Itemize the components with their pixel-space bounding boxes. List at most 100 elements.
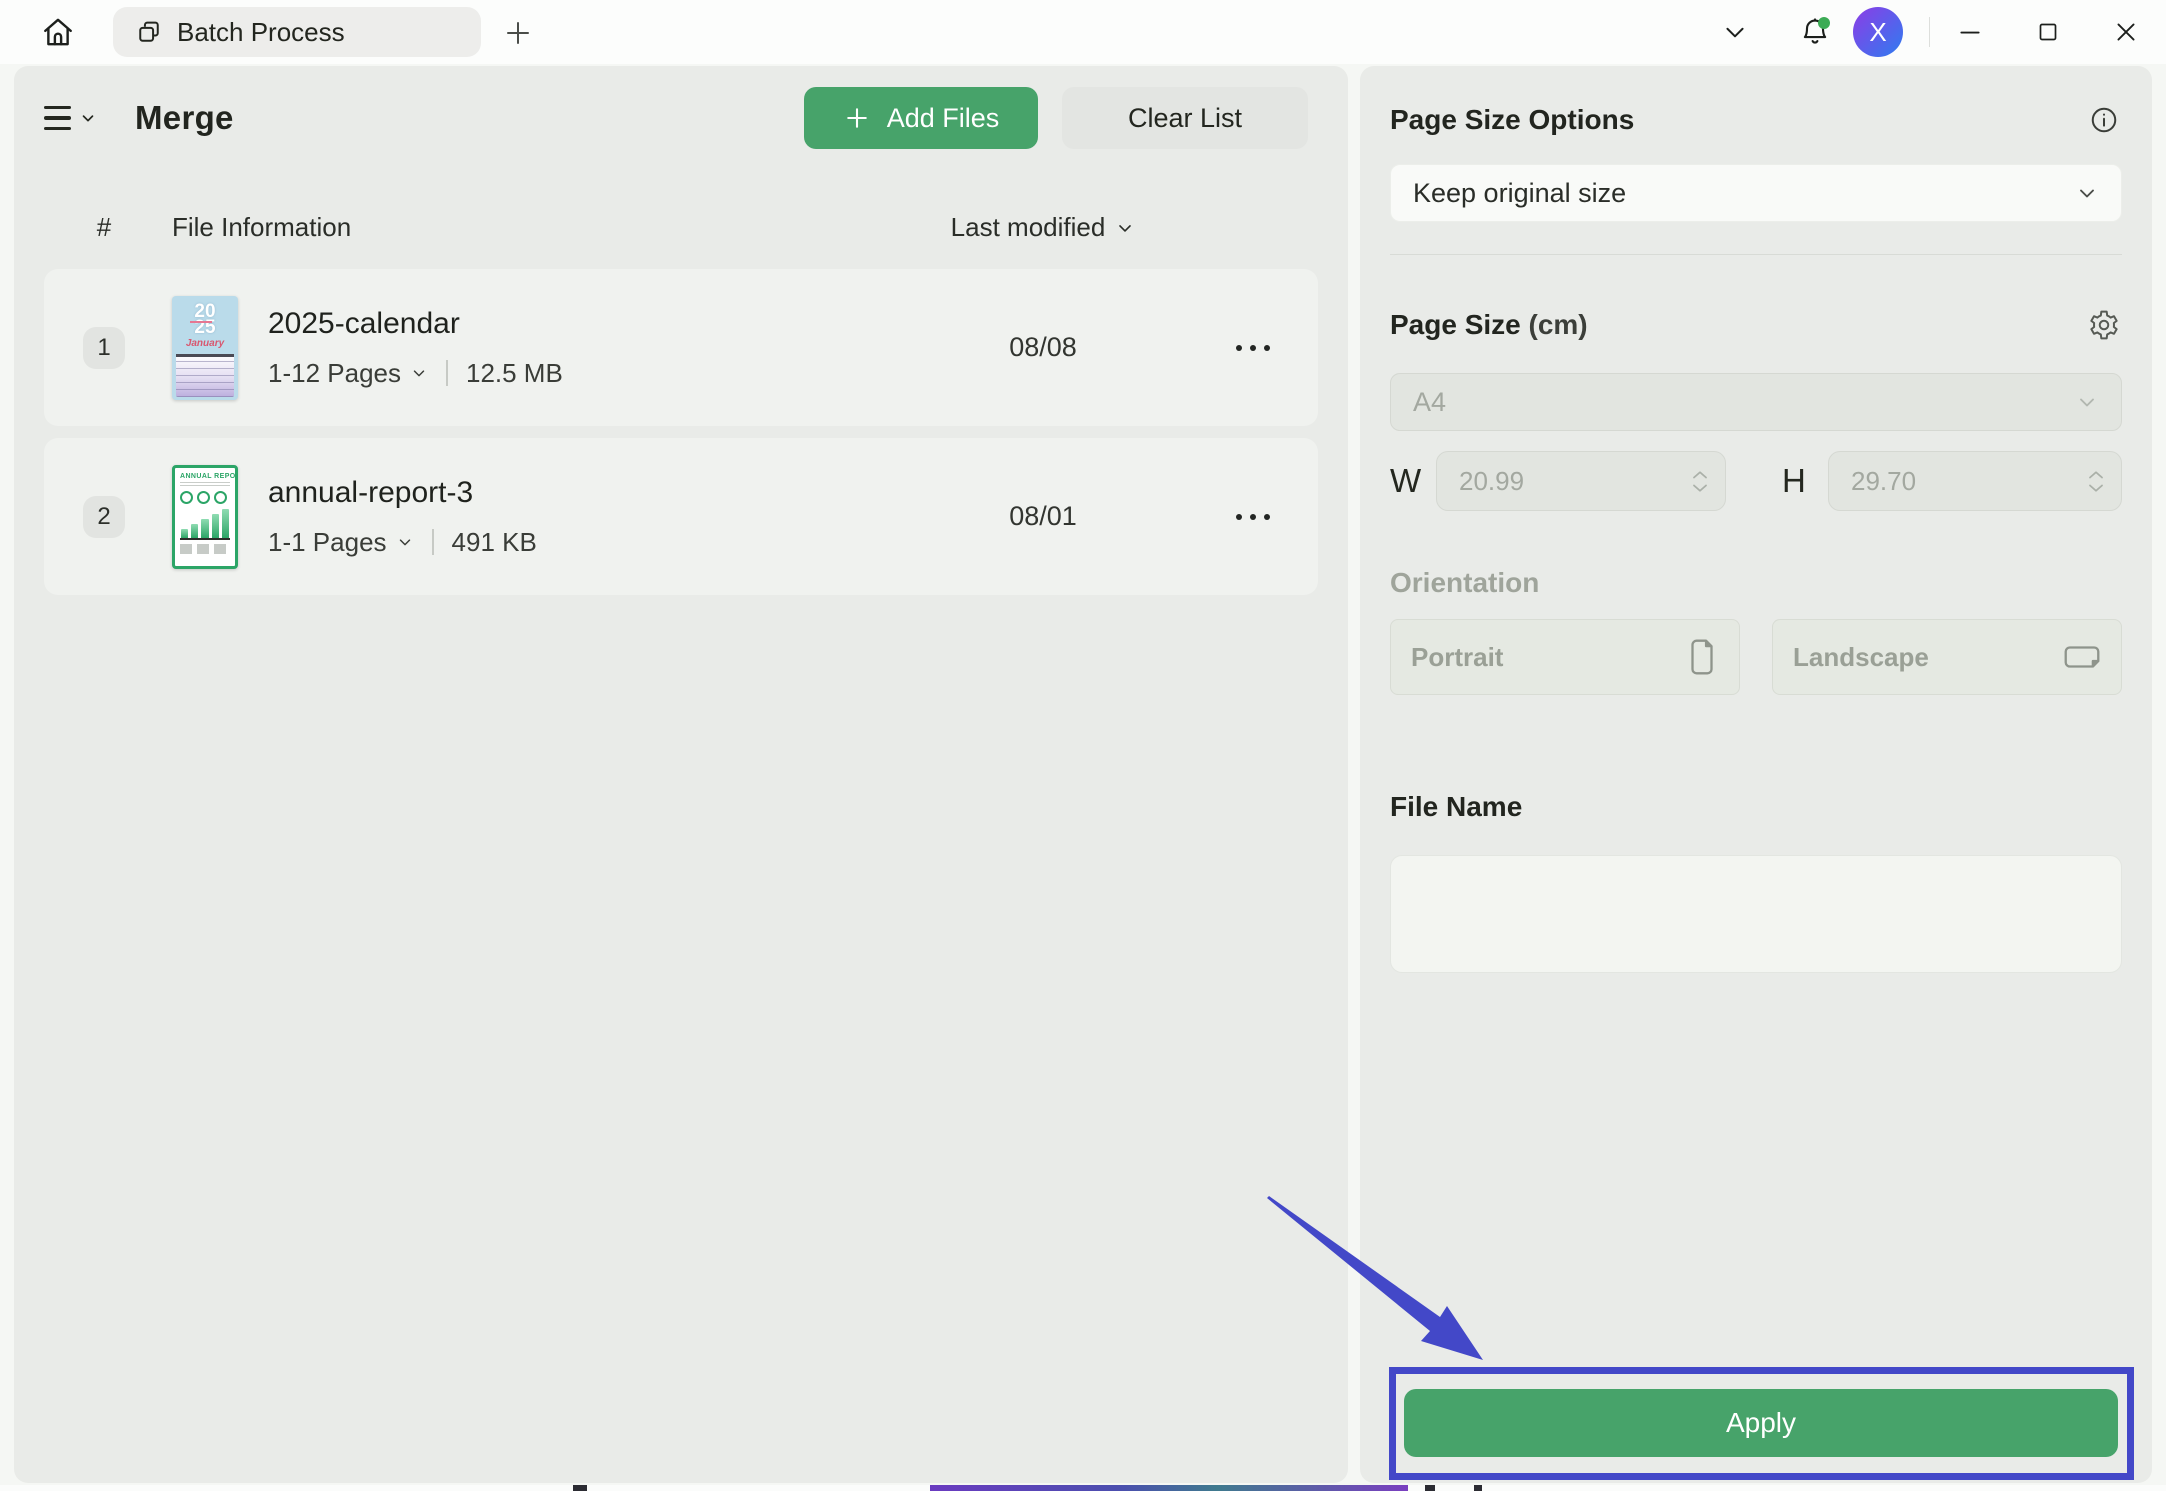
- more-options-button[interactable]: [1236, 345, 1270, 351]
- collapse-toolbar-button[interactable]: [1709, 8, 1761, 56]
- file-name: 2025-calendar: [268, 307, 563, 341]
- column-file-information: File Information: [164, 212, 898, 243]
- page-size-options-value: Keep original size: [1413, 178, 1626, 209]
- page-size-unit: (cm): [1529, 309, 1588, 340]
- file-row-annual-report-3[interactable]: 2 ANNUAL REPORT annual-report-3 1-1 Page: [44, 438, 1318, 595]
- titlebar-right: X: [1709, 0, 2152, 64]
- thumb-month: January: [172, 338, 238, 349]
- thumb-report-title: ANNUAL REPORT: [180, 473, 230, 480]
- merge-header: Merge Add Files Clear List: [44, 86, 1308, 150]
- pages-chevron-icon: [396, 533, 414, 551]
- height-label: H: [1782, 462, 1828, 500]
- close-button[interactable]: [2100, 8, 2152, 56]
- section-divider: [1390, 254, 2122, 255]
- more-options-button[interactable]: [1236, 514, 1270, 520]
- landscape-label: Landscape: [1793, 642, 1929, 673]
- meta-divider: [432, 529, 434, 555]
- width-label: W: [1390, 462, 1436, 500]
- taskbar-mark: [1425, 1485, 1435, 1491]
- menu-icon: [44, 106, 71, 131]
- page-size-title: Page Size (cm): [1390, 309, 1588, 341]
- minimize-button[interactable]: [1944, 8, 1996, 56]
- file-size: 12.5 MB: [466, 358, 563, 389]
- apply-button[interactable]: Apply: [1404, 1389, 2118, 1457]
- notification-dot: [1818, 17, 1830, 29]
- clear-list-label: Clear List: [1128, 103, 1242, 134]
- tool-menu-button[interactable]: [44, 106, 97, 131]
- add-tab-icon: [503, 18, 533, 48]
- height-input: 29.70: [1828, 451, 2122, 511]
- file-modified-date: 08/08: [1009, 332, 1077, 363]
- taskbar-strip: [0, 1485, 2166, 1491]
- titlebar: Batch Process X: [0, 0, 2166, 64]
- file-name-input[interactable]: [1390, 855, 2122, 973]
- page-size-settings-button[interactable]: [2086, 307, 2122, 343]
- add-files-label: Add Files: [887, 103, 1000, 134]
- page-size-preset-value: A4: [1413, 387, 1446, 418]
- taskbar-mark: [573, 1485, 587, 1491]
- width-value: 20.99: [1459, 466, 1524, 497]
- clear-list-button[interactable]: Clear List: [1062, 87, 1308, 149]
- page-size-options-dropdown[interactable]: Keep original size: [1390, 164, 2122, 222]
- page-range-label: 1-12 Pages: [268, 358, 401, 389]
- add-tab-button[interactable]: [496, 16, 540, 50]
- page-size-preset-dropdown: A4: [1390, 373, 2122, 431]
- file-name-title: File Name: [1390, 791, 1522, 823]
- taskbar-app-strip: [930, 1485, 1408, 1491]
- orientation-title: Orientation: [1390, 567, 1539, 599]
- info-icon: [2089, 105, 2119, 135]
- width-input: 20.99: [1436, 451, 1726, 511]
- menu-chevron-icon: [79, 109, 97, 127]
- width-stepper: [1691, 469, 1709, 494]
- list-header: # File Information Last modified: [44, 212, 1318, 243]
- column-index: #: [44, 212, 164, 243]
- page-title: Merge: [135, 99, 234, 137]
- tab-batch-process[interactable]: Batch Process: [113, 7, 481, 57]
- plus-icon: [843, 104, 871, 132]
- info-button[interactable]: [2086, 102, 2122, 138]
- row-index-badge: 1: [83, 327, 125, 369]
- file-thumbnail-calendar: 20 25 January: [172, 296, 238, 400]
- landscape-button: Landscape: [1772, 619, 2122, 695]
- page-size-options-title: Page Size Options: [1390, 104, 1634, 136]
- column-last-modified-label: Last modified: [951, 212, 1106, 243]
- maximize-icon: [2036, 20, 2060, 44]
- file-name: annual-report-3: [268, 476, 537, 510]
- merge-panel: Merge Add Files Clear List # File Inform…: [14, 66, 1348, 1483]
- file-size: 491 KB: [452, 527, 537, 558]
- portrait-label: Portrait: [1411, 642, 1503, 673]
- page-range-dropdown[interactable]: 1-12 Pages: [268, 358, 428, 389]
- portrait-button: Portrait: [1390, 619, 1740, 695]
- height-value: 29.70: [1851, 466, 1916, 497]
- maximize-button[interactable]: [2022, 8, 2074, 56]
- app-window: Batch Process X: [0, 0, 2166, 1491]
- batch-tab-icon: [135, 18, 163, 46]
- minimize-icon: [1957, 19, 1983, 45]
- height-stepper: [2087, 469, 2105, 494]
- gear-icon: [2088, 309, 2120, 341]
- avatar-initial: X: [1869, 17, 1886, 48]
- chevron-down-icon: [2075, 181, 2099, 205]
- page-range-dropdown[interactable]: 1-1 Pages: [268, 527, 414, 558]
- column-last-modified-sort[interactable]: Last modified: [951, 212, 1136, 243]
- file-thumbnail-report: ANNUAL REPORT: [172, 465, 238, 569]
- chevron-down-icon: [2075, 390, 2099, 414]
- avatar[interactable]: X: [1853, 7, 1903, 57]
- page-range-label: 1-1 Pages: [268, 527, 387, 558]
- page-size-label: Page Size: [1390, 309, 1521, 340]
- close-icon: [2113, 19, 2139, 45]
- home-icon: [41, 15, 75, 49]
- row-index-badge: 2: [83, 496, 125, 538]
- sort-chevron-icon: [1115, 218, 1135, 238]
- titlebar-divider: [1929, 17, 1930, 47]
- meta-divider: [446, 360, 448, 386]
- file-row-2025-calendar[interactable]: 1 20 25 January 2025-calendar 1-12 Pages: [44, 269, 1318, 426]
- collapse-chevron-icon: [1722, 19, 1748, 45]
- taskbar-mark: [1474, 1485, 1482, 1491]
- add-files-button[interactable]: Add Files: [804, 87, 1038, 149]
- portrait-page-icon: [1685, 638, 1719, 676]
- settings-panel: Page Size Options Keep original size: [1360, 66, 2152, 1483]
- notifications-button[interactable]: [1789, 8, 1841, 56]
- pages-chevron-icon: [410, 364, 428, 382]
- home-button[interactable]: [34, 10, 82, 54]
